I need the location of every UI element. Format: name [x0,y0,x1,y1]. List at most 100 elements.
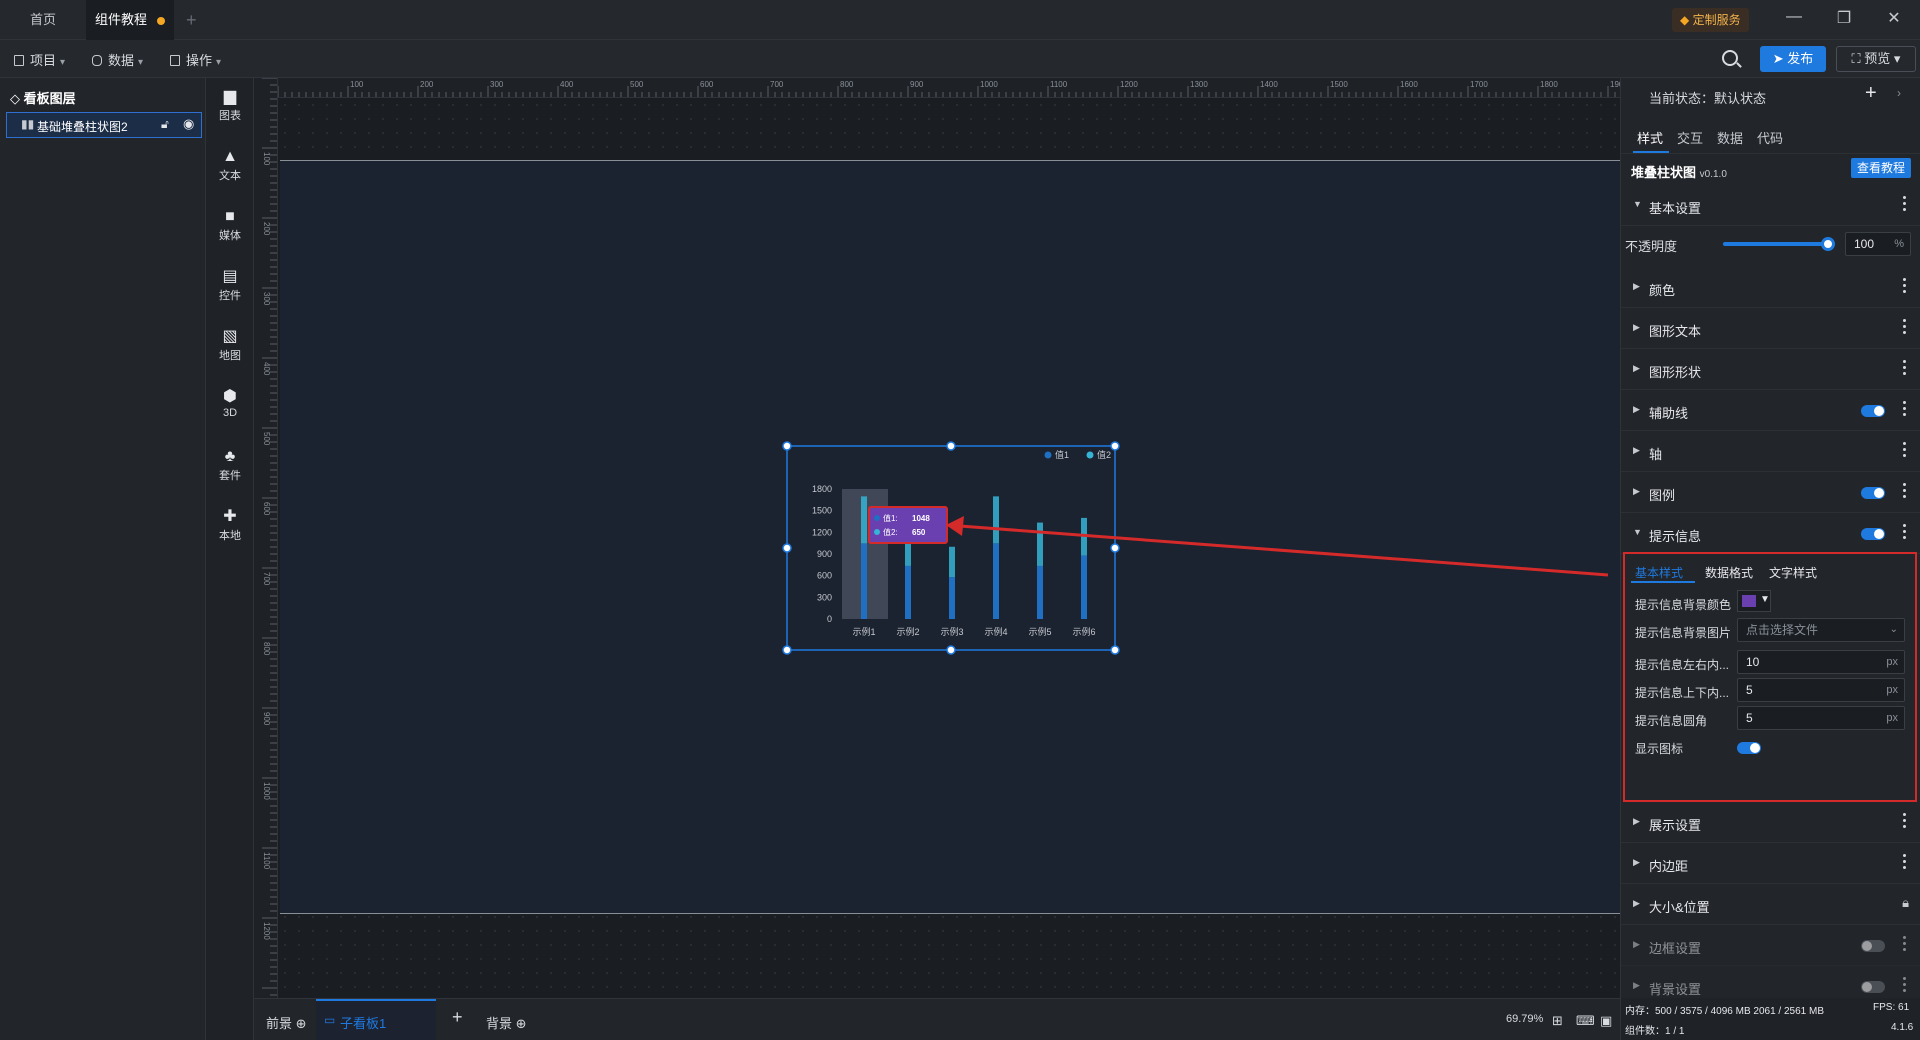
tab-component-tutorial[interactable]: 组件教程 [86,0,174,40]
ruler-label: 1800 [1540,80,1558,89]
component-media[interactable]: ■ 媒体 [206,208,254,243]
eye-icon[interactable]: ◉ [183,116,194,132]
more-icon[interactable] [1903,278,1907,296]
minimize-icon[interactable]: — [1782,8,1806,26]
tooltip-tab-format[interactable]: 数据格式 [1705,564,1753,581]
more-icon[interactable] [1903,360,1907,378]
section-background[interactable]: ▶ 背景设置 [1621,967,1920,998]
section-size-position[interactable]: ▶ 大小&位置 🔒︎ [1621,885,1920,925]
more-icon[interactable] [1903,442,1907,460]
tooltip-bg-image-select[interactable]: 点击选择文件 ⌄ [1737,618,1905,642]
custom-service-button[interactable]: ◆ 定制服务 [1672,8,1749,32]
background-toggle[interactable] [1861,981,1885,993]
terminal-icon[interactable]: ▣ [1600,1013,1612,1029]
section-tooltip[interactable]: ▼ 提示信息 [1621,514,1920,554]
opacity-slider-handle[interactable] [1821,237,1835,251]
chevron-right-icon[interactable]: › [1897,86,1901,100]
layers-title: ◇ 看板图层 [10,88,76,107]
tab-bar: 首页 组件教程 + ◆ 定制服务 — ❐ ✕ [0,0,1920,40]
grid-icon [170,55,180,66]
section-padding[interactable]: ▶ 内边距 [1621,844,1920,884]
preview-button[interactable]: ⛶ 预览 ▾ [1836,46,1916,72]
guideline-toggle[interactable] [1861,405,1885,417]
section-graphic-text[interactable]: ▶ 图形文本 [1621,309,1920,349]
unlock-icon[interactable]: 🔓︎ [161,117,169,132]
component-kit[interactable]: ♣ 套件 [206,448,254,483]
publish-button[interactable]: ➤ 发布 [1760,46,1826,72]
tab-interaction[interactable]: 交互 [1677,128,1703,147]
section-display[interactable]: ▶ 展示设置 [1621,803,1920,843]
caret-right-icon: ▶ [1633,857,1640,867]
more-icon[interactable] [1903,483,1907,501]
tooltip-tab-basic[interactable]: 基本样式 [1635,564,1683,581]
chevron-down-icon: ▾ [60,57,66,68]
zoom-level[interactable]: 69.79% [1506,1013,1543,1025]
opacity-input[interactable]: 100% [1845,232,1911,256]
component-control[interactable]: ▤ 控件 [206,268,254,303]
border-toggle[interactable] [1861,940,1885,952]
data-menu[interactable]: 数据 ▾ [92,50,143,69]
section-border[interactable]: ▶ 边框设置 [1621,926,1920,966]
section-graphic-shape[interactable]: ▶ 图形形状 [1621,350,1920,390]
more-icon[interactable] [1903,319,1907,337]
add-circle-icon[interactable]: ⊕ [516,1016,527,1031]
component-text[interactable]: ▲ 文本 [206,148,254,183]
bar-segment [861,496,867,544]
tab-home[interactable]: 首页 [0,0,86,40]
more-icon[interactable] [1903,524,1907,542]
tooltip-padding-tb-input[interactable]: 5 px [1737,678,1905,702]
fit-screen-icon[interactable]: ⊞ [1552,1013,1563,1029]
tooltip-radius-input[interactable]: 5 px [1737,706,1905,730]
component-chart[interactable]: ▆ 图表 [206,88,254,123]
canvas[interactable]: 0 300 600 900 1200 1500 1800 示例1 示例2 示例3 示例4 示例5 示例6… [278,98,1620,998]
component-3d[interactable]: ⬢ 3D [206,388,254,419]
tooltip-toggle[interactable] [1861,528,1885,540]
add-state-icon[interactable]: + [1865,82,1877,105]
tab-code[interactable]: 代码 [1757,128,1783,147]
restore-icon[interactable]: ❐ [1832,8,1856,28]
add-tab-icon[interactable]: + [186,10,197,31]
section-label: 图例 [1649,488,1676,503]
tooltip-tab-text[interactable]: 文字样式 [1769,564,1817,581]
more-icon[interactable] [1903,401,1907,419]
lock-icon[interactable]: 🔒︎ [1902,895,1909,911]
more-icon[interactable] [1903,936,1907,954]
more-icon[interactable] [1903,196,1907,214]
view-tutorial-button[interactable]: 查看教程 [1851,158,1911,178]
tab-style[interactable]: 样式 [1637,128,1663,147]
sub-board-tab[interactable]: ▭ 子看板1 [316,999,436,1040]
project-menu[interactable]: 项目 ▾ [14,50,65,69]
tooltip-padding-lr-input[interactable]: 10 px [1737,650,1905,674]
y-tick-label: 0 [827,614,832,624]
component-count: 组件数：1 / 1 [1625,1026,1685,1037]
section-guideline[interactable]: ▶ 辅助线 [1621,391,1920,431]
section-axis[interactable]: ▶ 轴 [1621,432,1920,472]
section-basic[interactable]: ▼ 基本设置 [1621,186,1920,226]
opacity-slider-track[interactable] [1723,242,1833,246]
bar-segment [993,543,999,619]
search-icon[interactable] [1722,50,1738,66]
layer-item[interactable]: ▮▮ 基础堆叠柱状图2 🔓︎ ◉ [6,112,202,138]
section-color[interactable]: ▶ 颜色 [1621,268,1920,308]
legend-toggle[interactable] [1861,487,1885,499]
layers-icon: ◇ [10,91,20,106]
resize-handle [782,645,792,655]
more-icon[interactable] [1903,813,1907,831]
more-icon[interactable] [1903,854,1907,872]
stacked-bar-chart[interactable]: 0 300 600 900 1200 1500 1800 示例1 示例2 示例3 示例4 示例5 示例6… [278,98,1620,998]
background-tab[interactable]: 背景 ⊕ [486,1013,527,1032]
section-legend[interactable]: ▶ 图例 [1621,473,1920,513]
show-icon-toggle[interactable] [1737,742,1761,754]
component-local[interactable]: ✚ 本地 [206,508,254,543]
opacity-value: 100 [1854,237,1875,251]
operate-menu[interactable]: 操作 ▾ [170,50,221,69]
component-map[interactable]: ▧ 地图 [206,328,254,363]
close-icon[interactable]: ✕ [1882,8,1906,28]
add-circle-icon[interactable]: ⊕ [296,1016,307,1031]
add-board-icon[interactable]: + [452,1007,463,1028]
foreground-tab[interactable]: 前景 ⊕ [266,1013,307,1032]
tooltip-bg-color-picker[interactable]: ▼ [1737,590,1771,612]
tab-data[interactable]: 数据 [1717,128,1743,147]
more-icon[interactable] [1903,977,1907,995]
keyboard-icon[interactable]: ⌨ [1576,1013,1595,1029]
